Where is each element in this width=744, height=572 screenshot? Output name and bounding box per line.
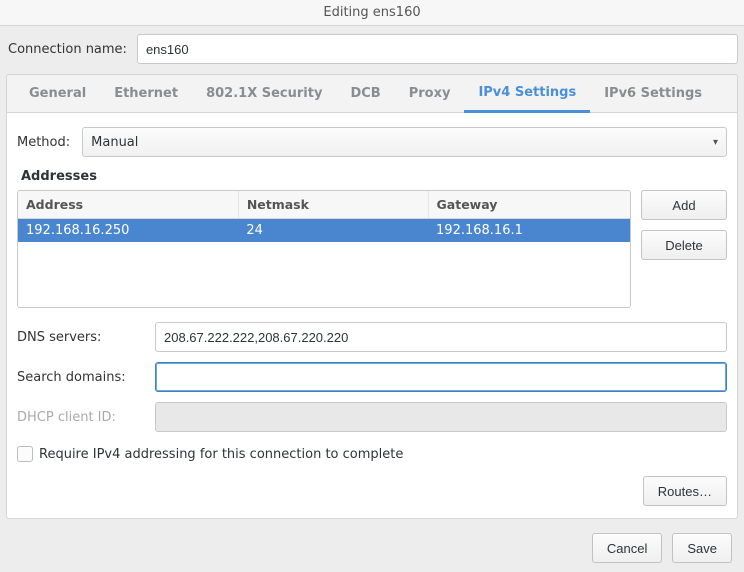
dhcp-client-id-input: [155, 402, 727, 432]
col-header-address[interactable]: Address: [18, 191, 238, 219]
tab-8021x-security[interactable]: 802.1X Security: [192, 75, 336, 112]
tab-proxy[interactable]: Proxy: [395, 75, 465, 112]
delete-button[interactable]: Delete: [641, 230, 727, 260]
dns-servers-label: DNS servers:: [17, 330, 145, 345]
method-label: Method:: [17, 135, 70, 150]
search-domains-input[interactable]: [155, 362, 727, 392]
addresses-table[interactable]: Address Netmask Gateway 192.168.16.250 2…: [17, 190, 631, 308]
cell-address[interactable]: 192.168.16.250: [18, 219, 238, 243]
connection-name-input[interactable]: [137, 34, 738, 64]
routes-button[interactable]: Routes…: [643, 476, 727, 506]
tab-bar: General Ethernet 802.1X Security DCB Pro…: [6, 74, 738, 112]
require-ipv4-checkbox[interactable]: [17, 446, 33, 462]
window-title: Editing ens160: [0, 0, 744, 26]
tab-ethernet[interactable]: Ethernet: [100, 75, 192, 112]
save-button[interactable]: Save: [672, 533, 732, 563]
add-button[interactable]: Add: [641, 190, 727, 220]
dns-servers-input[interactable]: [155, 322, 727, 352]
tab-dcb[interactable]: DCB: [336, 75, 394, 112]
col-header-netmask[interactable]: Netmask: [238, 191, 428, 219]
col-header-gateway[interactable]: Gateway: [428, 191, 630, 219]
dhcp-client-id-label: DHCP client ID:: [17, 410, 145, 425]
addresses-section-label: Addresses: [21, 169, 727, 184]
cancel-button[interactable]: Cancel: [592, 533, 662, 563]
method-select[interactable]: Manual ▾: [82, 127, 727, 157]
ipv4-settings-panel: Method: Manual ▾ Addresses Address Netma…: [6, 112, 738, 519]
tab-ipv4-settings[interactable]: IPv4 Settings: [464, 75, 590, 113]
require-ipv4-label: Require IPv4 addressing for this connect…: [39, 447, 403, 462]
method-select-value: Manual: [91, 135, 138, 150]
cell-netmask[interactable]: 24: [238, 219, 428, 243]
search-domains-label: Search domains:: [17, 370, 145, 385]
tab-ipv6-settings[interactable]: IPv6 Settings: [590, 75, 716, 112]
chevron-down-icon: ▾: [713, 137, 718, 148]
table-row[interactable]: 192.168.16.250 24 192.168.16.1: [18, 219, 630, 243]
cell-gateway[interactable]: 192.168.16.1: [428, 219, 630, 243]
tab-general[interactable]: General: [15, 75, 100, 112]
connection-name-label: Connection name:: [6, 42, 127, 57]
